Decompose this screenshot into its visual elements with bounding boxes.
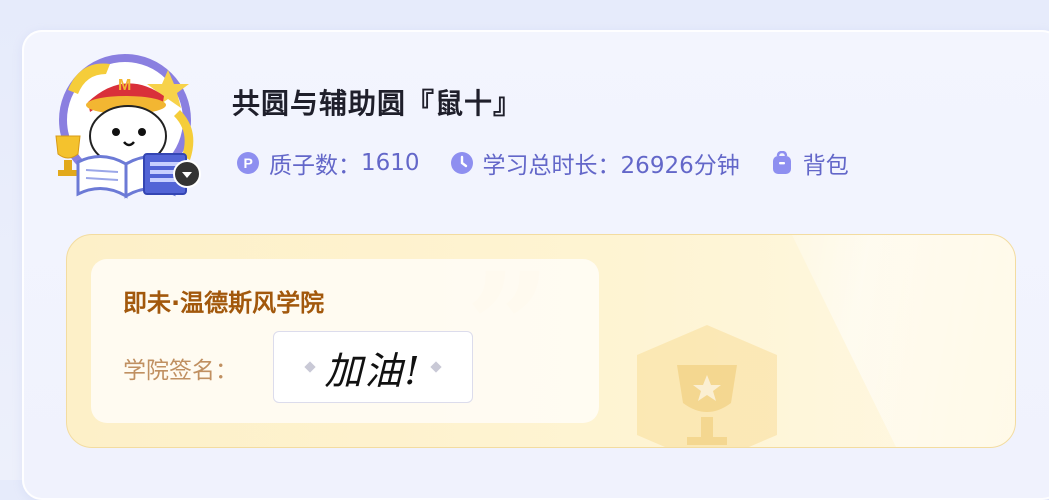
academy-name: 即未·温德斯风学院 <box>123 289 325 317</box>
p-coin-icon: P <box>237 152 259 174</box>
academy-panel: ” 即未·温德斯风学院 学院签名： 加油! <box>66 234 1016 448</box>
backpack-icon <box>772 151 791 174</box>
avatar-dropdown-badge[interactable] <box>173 160 201 188</box>
bag-label[interactable]: 背包 <box>803 146 849 180</box>
study-time-stat: 学习总时长： 26926分钟 <box>450 146 740 180</box>
diamond-icon <box>429 361 442 373</box>
particles-label: 质子数： <box>269 153 361 179</box>
svg-text:M: M <box>118 77 131 94</box>
profile-stats: P 质子数： 1610 学习总时长： 26926分钟 背包 <box>236 146 879 180</box>
username: 共圆与辅助圆『鼠十』 <box>232 87 523 120</box>
particles-stat: P 质子数： 1610 <box>236 146 420 180</box>
clock-icon <box>450 152 473 174</box>
svg-text:P: P <box>244 155 253 171</box>
academy-info-box: 即未·温德斯风学院 学院签名： 加油! <box>91 259 599 423</box>
particles-value: 1610 <box>361 150 420 176</box>
signature-text: 加油! <box>324 348 422 393</box>
trophy-emblem-icon <box>637 325 777 447</box>
signature-box[interactable]: 加油! <box>273 331 473 403</box>
study-time-label: 学习总时长： <box>482 153 621 179</box>
diamond-icon <box>304 361 317 373</box>
signature-label: 学院签名： <box>123 358 238 384</box>
bag-link[interactable]: 背包 <box>770 146 849 180</box>
study-time-value: 26926分钟 <box>620 153 740 179</box>
